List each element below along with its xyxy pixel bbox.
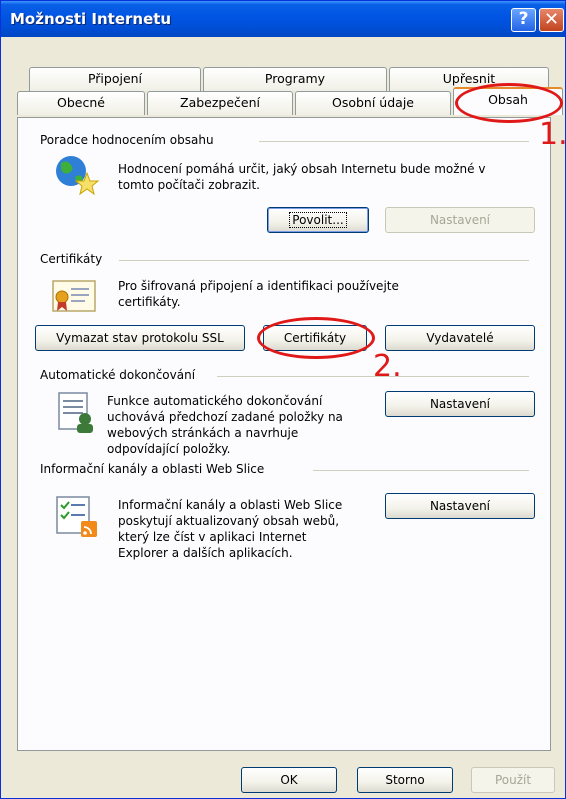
tab-programs[interactable]: Programy bbox=[203, 67, 387, 91]
content-advisor-description-line-2: tomto počítači zobrazit. bbox=[118, 178, 260, 192]
feeds-description-line-1: Informační kanály a oblasti Web Slice bbox=[118, 498, 343, 512]
feeds-description-line-2: poskytují aktualizovaný obsah webů, bbox=[118, 514, 340, 528]
content-advisor-settings-button[interactable]: Nastavení bbox=[385, 207, 535, 233]
tab-general[interactable]: Obecné bbox=[17, 91, 145, 115]
tab-privacy[interactable]: Osobní údaje bbox=[295, 91, 451, 115]
enable-button-label: Povolit... bbox=[289, 212, 347, 228]
annotation-marker-1: 1. bbox=[539, 117, 566, 152]
group-divider bbox=[313, 470, 529, 471]
feeds-description-line-3: který lze číst v aplikaci Internet bbox=[118, 530, 307, 544]
certificates-heading: Certifikáty bbox=[40, 252, 109, 266]
ok-button[interactable]: OK bbox=[241, 767, 337, 793]
title-bar[interactable]: Možnosti Internetu ? ✕ bbox=[1, 1, 565, 37]
autocomplete-heading: Automatické dokončování bbox=[40, 368, 202, 382]
enable-button[interactable]: Povolit... bbox=[267, 207, 369, 233]
internet-options-window: Možnosti Internetu ? ✕ Připojení Program… bbox=[0, 0, 566, 799]
autocomplete-settings-button[interactable]: Nastavení bbox=[385, 391, 535, 417]
content-advisor-description-line-1: Hodnocení pomáhá určit, jaký obsah Inter… bbox=[118, 162, 486, 176]
feeds-list-icon bbox=[56, 496, 97, 537]
autocomplete-description-line-4: odpovídající položky. bbox=[107, 442, 231, 456]
apply-button[interactable]: Použít bbox=[471, 767, 555, 793]
autocomplete-description-line-1: Funkce automatického dokončování bbox=[107, 394, 323, 408]
certificates-button[interactable]: Certifikáty bbox=[263, 325, 367, 351]
content-advisor-heading: Poradce hodnocením obsahu bbox=[40, 133, 220, 147]
publishers-button[interactable]: Vydavatelé bbox=[385, 325, 535, 351]
tab-security[interactable]: Zabezpečení bbox=[147, 91, 293, 115]
help-button[interactable]: ? bbox=[511, 8, 536, 32]
globe-star-icon bbox=[56, 156, 100, 196]
group-divider bbox=[119, 260, 529, 261]
tab-content[interactable]: Obsah bbox=[453, 87, 563, 115]
autocomplete-description-line-3: webových stránkách a navrhuje bbox=[107, 426, 299, 440]
feeds-description-line-4: Explorer a dalších aplikacích. bbox=[118, 546, 293, 560]
group-divider bbox=[259, 141, 529, 142]
autocomplete-form-icon bbox=[58, 392, 93, 433]
certificate-icon bbox=[52, 280, 96, 312]
close-button[interactable]: ✕ bbox=[539, 8, 564, 32]
window-title: Možnosti Internetu bbox=[10, 10, 172, 28]
certificates-description-line-2: certifikáty. bbox=[118, 295, 181, 309]
feeds-settings-button[interactable]: Nastavení bbox=[385, 493, 535, 519]
feeds-heading: Informační kanály a oblasti Web Slice bbox=[40, 462, 271, 476]
certificates-description-line-1: Pro šifrovaná připojení a identifikaci p… bbox=[118, 279, 399, 293]
clear-ssl-state-button[interactable]: Vymazat stav protokolu SSL bbox=[35, 325, 245, 351]
cancel-button[interactable]: Storno bbox=[357, 767, 453, 793]
tab-connections[interactable]: Připojení bbox=[29, 67, 201, 91]
autocomplete-description-line-2: uchovává předchozí zadané položky na bbox=[107, 410, 343, 424]
annotation-marker-2: 2. bbox=[373, 349, 402, 384]
